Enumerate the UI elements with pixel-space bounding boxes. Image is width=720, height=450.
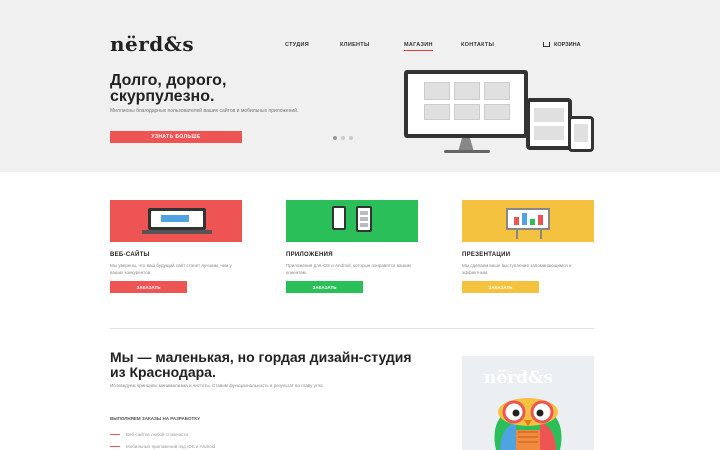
about-title: Мы — маленькая, но гордая дизайн-студия … — [110, 349, 412, 380]
phone-illustration — [568, 116, 594, 152]
about-subtitle: Исповедуем принципы минимализма и чистот… — [110, 383, 324, 388]
order-presentations-button[interactable]: Заказать — [462, 281, 539, 293]
service-text: Мы уверены, что ваш будущий сайт станет … — [110, 263, 232, 275]
service-apps: Приложения Приложения для iOS и Android,… — [286, 200, 418, 293]
monitor-illustration — [404, 70, 528, 138]
about-label: Выполняем заказы на разработку — [110, 416, 200, 421]
slider-dot[interactable] — [333, 136, 337, 140]
monitor-base — [444, 150, 490, 153]
owl-mascot-icon — [494, 398, 562, 450]
websites-image — [110, 200, 242, 242]
about-list-item: Веб-сайтов любой сложности — [110, 432, 188, 437]
cart-label: Корзина — [554, 42, 581, 48]
learn-more-button[interactable]: Узнать больше — [110, 131, 242, 143]
hero-subtitle: Миллионы благодарных пользователей ваших… — [110, 108, 299, 114]
service-websites: Веб-сайты Мы уверены, что ваш будущий са… — [110, 200, 242, 293]
nav-item-studio[interactable]: Студия — [285, 42, 309, 48]
nav-item-clients[interactable]: Клиенты — [340, 42, 370, 48]
service-title: Презентации — [462, 252, 511, 258]
service-text: Мы сделаем ваше выступление запоминающим… — [462, 263, 572, 275]
service-title: Приложения — [286, 252, 333, 258]
about-list-item: Мобильных приложений под iOS и Android — [110, 444, 215, 449]
slider-dot[interactable] — [341, 136, 345, 140]
tablet-illustration — [526, 98, 572, 150]
apps-image — [286, 200, 418, 242]
hero-title: Долго, дорого, скурпулезно. — [110, 72, 227, 105]
logo[interactable]: nërd&s — [110, 32, 194, 56]
promo-card: nërd&s — [462, 356, 594, 450]
section-divider — [110, 328, 594, 329]
service-presentations: Презентации Мы сделаем ваше выступление … — [462, 200, 594, 293]
order-apps-button[interactable]: Заказать — [286, 281, 363, 293]
promo-logo: nërd&s — [484, 368, 553, 388]
cart-icon — [543, 42, 550, 47]
laptop-icon — [148, 208, 206, 230]
service-title: Веб-сайты — [110, 252, 150, 258]
slider-dot[interactable] — [349, 136, 353, 140]
phone-icon — [332, 206, 346, 230]
service-text: Приложения для iOS и Android, которые по… — [286, 263, 411, 275]
hero-section: nërd&s Студия Клиенты Магазин Контакты К… — [0, 0, 720, 172]
presentations-image — [462, 200, 594, 242]
phone-icon — [356, 206, 372, 232]
order-websites-button[interactable]: Заказать — [110, 281, 187, 293]
nav-item-shop[interactable]: Магазин — [404, 42, 433, 51]
nav-item-contacts[interactable]: Контакты — [461, 42, 494, 48]
chart-board-icon — [506, 208, 550, 230]
cart-link[interactable]: Корзина — [543, 42, 581, 48]
